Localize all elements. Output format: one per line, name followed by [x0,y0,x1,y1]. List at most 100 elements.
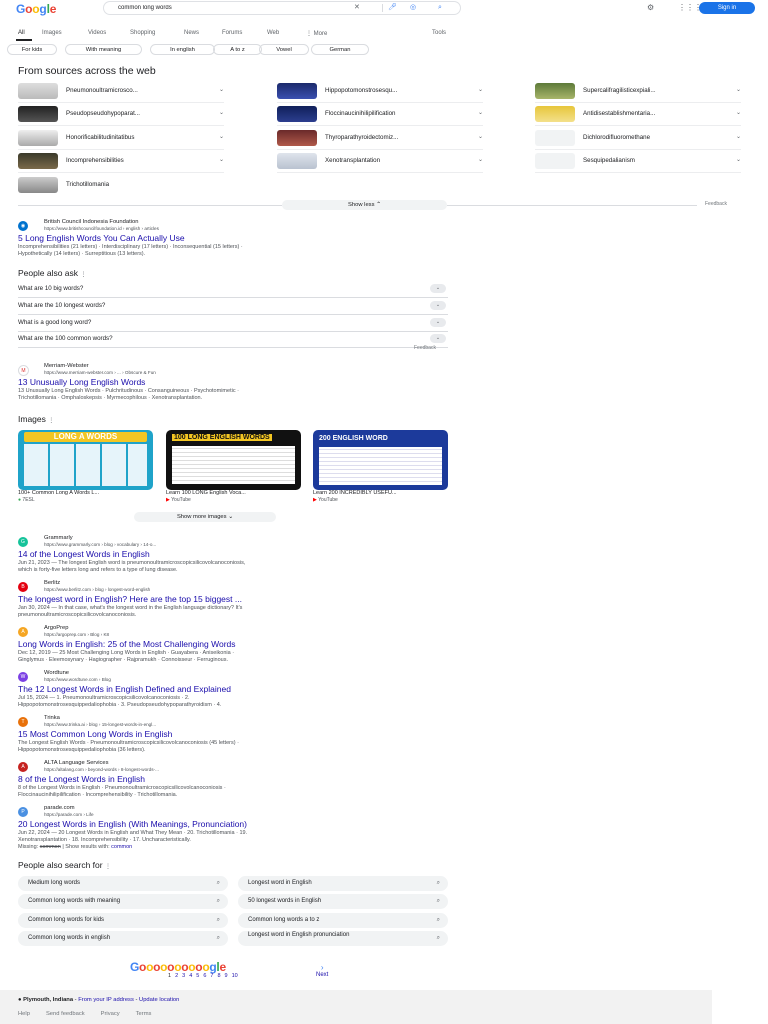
paa-question[interactable]: What are the 10 longest words? ⌄ [18,298,448,315]
related-search-text: Longest word in English [248,880,312,886]
result-title-link[interactable]: 13 Unusually Long English Words [18,377,145,387]
search-icon[interactable]: ⌕ [438,3,442,13]
update-location-link[interactable]: Update location [139,997,179,1003]
related-search[interactable]: Common long words in english ⌕ [18,931,228,946]
search-icon: ⌕ [216,898,220,904]
entity-item[interactable]: Xenotransplantation ⌄ [277,150,483,173]
more-options-icon[interactable]: ⋮ [48,418,54,424]
tab-news[interactable]: News [184,30,199,36]
related-search[interactable]: 50 longest words in English ⌕ [238,894,448,909]
tools-button[interactable]: Tools [432,30,446,36]
search-input[interactable] [118,2,338,14]
result-snippet: Jun 22, 2024 — 20 Longest Words in Engli… [18,830,438,851]
tab-videos[interactable]: Videos [88,30,106,36]
show-more-images-button[interactable]: Show more images ⌄ [134,512,276,522]
sources-heading: From sources across the web [18,65,156,77]
more-options-icon[interactable]: ⋮ [80,272,86,278]
sign-in-button[interactable]: Sign in [699,2,755,14]
chip-german[interactable]: German [311,44,369,55]
entity-item[interactable]: Antidisestablishmentaria... ⌄ [535,103,741,126]
entity-item[interactable]: Sesquipedalianism ⌄ [535,150,741,173]
tab-more[interactable]: ⋮ More [306,30,327,37]
tab-images[interactable]: Images [42,30,62,36]
result-title-link[interactable]: The 12 Longest Words in English Defined … [18,684,231,694]
page-link[interactable]: 10 [232,973,238,979]
page-link[interactable]: 2 [175,973,178,979]
entity-item[interactable]: Pseudopseudohypoparat... ⌄ [18,103,224,126]
paa-question[interactable]: What are 10 big words? ⌄ [18,281,448,298]
settings-icon[interactable]: ⚙ [647,3,654,12]
entity-item[interactable]: Trichotillomania [18,174,224,196]
entity-item[interactable]: Thyroparathyroidectomiz... ⌄ [277,127,483,150]
page-link[interactable]: 5 [196,973,199,979]
paa-question[interactable]: What is a good long word? ⌄ [18,315,448,332]
entity-item[interactable]: Supercalifragilisticexpiali... ⌄ [535,80,741,103]
clear-icon[interactable]: ✕ [354,3,360,13]
missing-terms: Missing: common | Show results with: com… [18,844,438,851]
result-site: Berlitz [44,580,61,586]
tab-shopping[interactable]: Shopping [130,30,155,36]
chip-with-meaning[interactable]: With meaning [65,44,142,55]
lens-icon[interactable]: ◎ [410,3,416,13]
image-result[interactable]: 200 ENGLISH WORD [313,430,448,490]
result-title-link[interactable]: The longest word in English? Here are th… [18,594,242,604]
help-link[interactable]: Help [18,1011,30,1017]
result-title-link[interactable]: 20 Longest Words in English (With Meanin… [18,819,247,829]
images-heading-text: Images [18,414,46,424]
result-title-link[interactable]: 5 Long English Words You Can Actually Us… [18,233,185,243]
next-page-button[interactable]: › Next [316,964,328,979]
page-link[interactable]: 6 [203,973,206,979]
search-result: P parade.com https://parade.com › Life 2… [18,805,438,853]
microphone-icon[interactable]: 🎤︎ [388,3,397,13]
google-logo[interactable]: Google [16,2,56,16]
chip-in-english[interactable]: In english [150,44,215,55]
tab-forums[interactable]: Forums [222,30,242,36]
result-title-link[interactable]: 15 Most Common Long Words in English [18,729,172,739]
result-title-link[interactable]: 8 of the Longest Words in English [18,774,145,784]
entity-item[interactable]: Incomprehensibilities ⌄ [18,150,224,173]
related-search[interactable]: Common long words with meaning ⌕ [18,894,228,909]
related-search[interactable]: Medium long words ⌕ [18,876,228,891]
result-title-link[interactable]: 14 of the Longest Words in English [18,549,150,559]
entity-item[interactable]: Hippopotomonstrosesqu... ⌄ [277,80,483,103]
ip-address-link[interactable]: From your IP address [78,997,134,1003]
chip-a-to-z[interactable]: A to z [213,44,262,55]
related-search[interactable]: Common long words a to z ⌕ [238,913,448,928]
more-options-icon[interactable]: ⋮ [105,864,111,870]
tab-all[interactable]: All [18,30,25,36]
result-site: Wordtune [44,670,70,676]
related-search[interactable]: Longest word in English ⌕ [238,876,448,891]
show-results-with-link[interactable]: common [111,844,132,850]
entity-item[interactable]: Honorificabilitudinitatibus ⌄ [18,127,224,150]
related-search[interactable]: Longest word in English pronunciation ⌕ [238,931,448,946]
entity-item[interactable]: Pneumonoultramicrosco... ⌄ [18,80,224,103]
entity-item[interactable]: Floccinaucinihilipilification ⌄ [277,103,483,126]
image-result[interactable]: LONG A WORDS [18,430,153,490]
chip-for-kids[interactable]: For kids [7,44,57,55]
feedback-link[interactable]: Feedback [705,201,727,207]
send-feedback-link[interactable]: Send feedback [46,1011,85,1017]
page-number-current: 1 [168,973,172,979]
paa-question[interactable]: What are the 100 common words? ⌄ [18,331,448,348]
page-link[interactable]: 4 [189,973,192,979]
show-less-button[interactable]: Show less ⌃ [282,200,447,210]
related-search[interactable]: Common long words for kids ⌕ [18,913,228,928]
page-link[interactable]: 7 [210,973,213,979]
entity-thumbnail [277,130,317,146]
image-result[interactable]: 100 LONG ENGLISH WORDS [166,430,301,490]
page-link[interactable]: 9 [225,973,228,979]
result-site: British Council Indonesia Foundation [44,219,139,225]
tab-web[interactable]: Web [267,30,279,36]
page-link[interactable]: 3 [182,973,185,979]
page-link[interactable]: 8 [217,973,220,979]
image-caption[interactable]: Learn 100 LONG English Voca... [166,490,246,496]
entity-item[interactable]: Dichlorodifluoromethane ⌄ [535,127,741,150]
terms-link[interactable]: Terms [136,1011,152,1017]
result-title-link[interactable]: Long Words in English: 25 of the Most Ch… [18,639,236,649]
image-caption[interactable]: Learn 200 INCREDIBLY USEFU... [313,490,397,496]
image-caption[interactable]: 100+ Common Long A Words L... [18,490,99,496]
privacy-link[interactable]: Privacy [101,1011,120,1017]
search-box[interactable]: ✕ 🎤︎ ◎ ⌕ [104,2,460,14]
feedback-link[interactable]: Feedback [414,345,436,351]
chip-vowel[interactable]: Vowel [259,44,309,55]
